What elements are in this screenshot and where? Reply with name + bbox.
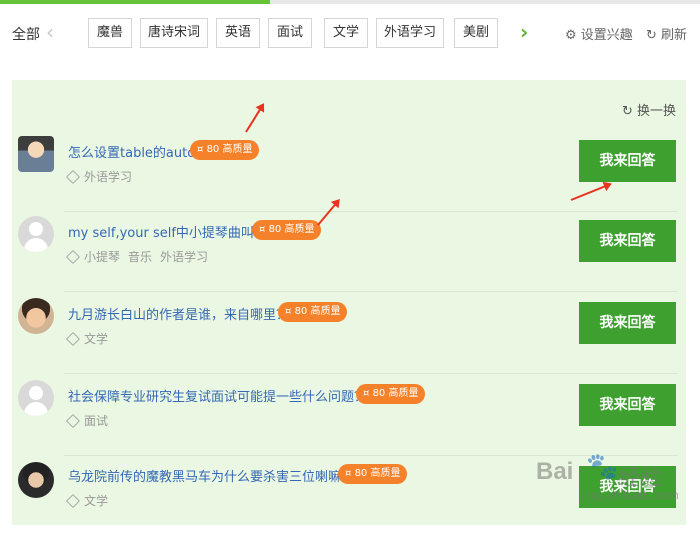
question-tag[interactable]: 音乐 [128,250,152,264]
question-tag[interactable]: 文学 [84,494,108,508]
tag-icon [65,413,81,429]
tag-item[interactable]: 英语 [216,18,260,48]
question-row: 怎么设置table的autofit ¤ 80 高质量 外语学习 我来回答 [12,132,686,212]
quality-badge: ¤ 80 高质量 [338,464,408,484]
question-row: 社会保障专业研究生复试面试可能提一些什么问题？ ¤ 80 高质量 面试 我来回答 [12,376,686,456]
refresh-icon: ↻ [646,28,657,43]
tag-icon [65,331,81,347]
avatar[interactable] [18,216,54,252]
paw-icon: 🐾 [586,452,619,482]
row-divider [64,291,678,292]
question-title[interactable]: my self,your self中小提琴曲叫什么 [68,222,280,241]
question-title[interactable]: 社会保障专业研究生复试面试可能提一些什么问题？ [68,386,367,405]
row-divider [64,373,678,374]
badge-label: 80 高质量 [294,306,341,317]
avatar[interactable] [18,380,54,416]
question-row: 九月游长白山的作者是谁，来自哪里？ ¤ 80 高质量 文学 我来回答 [12,294,686,374]
quality-badge: ¤ 80 高质量 [190,140,260,160]
swap-label: 换一换 [636,104,676,119]
chevron-left-icon[interactable]: ‹ [46,20,54,44]
question-tag[interactable]: 面试 [84,414,108,428]
interest-tag-bar: 全部 ‹ 魔兽 唐诗宋词 英语 面试 文学 外语学习 美剧 › ⚙ 设置兴趣 ↻… [0,8,700,58]
tag-item[interactable]: 文学 [324,18,368,48]
set-interest-label: 设置兴趣 [580,28,633,43]
avatar[interactable] [18,462,54,498]
tag-item[interactable]: 美剧 [454,18,498,48]
watermark-url: jingyan.baidu.com [582,488,679,502]
question-title[interactable]: 怎么设置table的autofit [68,142,208,161]
top-progress-line [0,0,700,4]
badge-label: 80 高质量 [268,224,315,235]
question-tags: 面试 [65,412,116,429]
question-tags: 外语学习 [65,168,140,185]
question-row: my self,your self中小提琴曲叫什么 ¤ 80 高质量 小提琴 音乐… [12,212,686,292]
refresh-icon: ↻ [621,104,633,119]
swap-button[interactable]: ↻ 换一换 [622,100,676,119]
question-tags: 小提琴 音乐 外语学习 [65,248,216,265]
gear-icon: ⚙ [565,28,577,43]
baidu-jingyan-watermark: Bai 🐾 经验 jingyan.baidu.com [536,452,696,512]
question-tags: 文学 [65,492,116,509]
coin-icon: ¤ [197,144,204,155]
question-tag[interactable]: 外语学习 [84,170,132,184]
badge-label: 80 高质量 [206,144,253,155]
question-title[interactable]: 乌龙院前传的魔教黑马车为什么要杀害三位喇嘛？ [68,466,354,485]
tag-item[interactable]: 面试 [268,18,312,48]
top-progress-accent [0,0,270,4]
refresh-label: 刷新 [661,28,688,43]
question-tag[interactable]: 小提琴 [84,250,120,264]
tag-icon [65,249,81,265]
tag-item[interactable]: 外语学习 [376,18,444,48]
tag-icon [65,169,81,185]
answer-button[interactable]: 我来回答 [579,220,676,262]
watermark-logo: Bai [536,458,574,485]
badge-label: 80 高质量 [354,468,401,479]
quality-badge: ¤ 80 高质量 [278,302,348,322]
coin-icon: ¤ [259,224,266,235]
question-title[interactable]: 九月游长白山的作者是谁，来自哪里？ [68,304,289,323]
question-tags: 文学 [65,330,116,347]
coin-icon: ¤ [345,468,352,479]
question-tag[interactable]: 外语学习 [160,250,208,264]
badge-label: 80 高质量 [372,388,419,399]
answer-button[interactable]: 我来回答 [579,140,676,182]
coin-icon: ¤ [285,306,292,317]
chevron-right-icon[interactable]: › [520,20,528,44]
set-interest-button[interactable]: ⚙ 设置兴趣 [565,24,633,43]
quality-badge: ¤ 80 高质量 [252,220,322,240]
question-tag[interactable]: 文学 [84,332,108,346]
tag-icon [65,493,81,509]
answer-button[interactable]: 我来回答 [579,384,676,426]
avatar[interactable] [18,298,54,334]
answer-button[interactable]: 我来回答 [579,302,676,344]
tag-all[interactable]: 全部 [12,24,40,44]
tag-item[interactable]: 魔兽 [88,18,132,48]
coin-icon: ¤ [363,388,370,399]
avatar[interactable] [18,136,54,172]
tag-item[interactable]: 唐诗宋词 [140,18,208,48]
refresh-button[interactable]: ↻ 刷新 [646,24,687,43]
quality-badge: ¤ 80 高质量 [356,384,426,404]
